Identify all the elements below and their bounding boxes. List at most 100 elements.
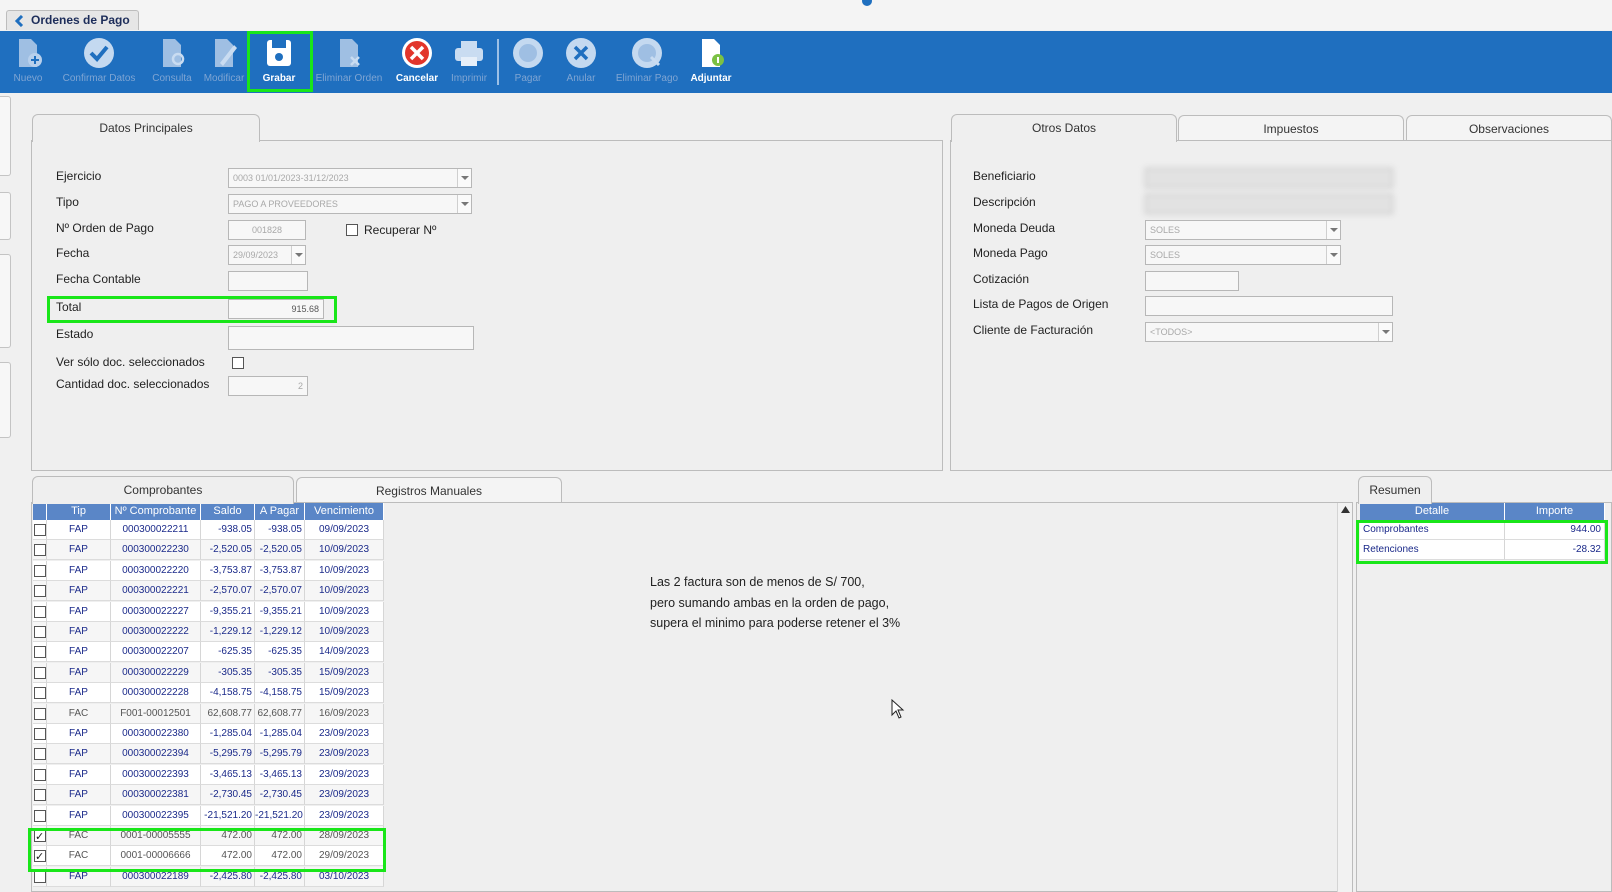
cotizacion-field[interactable] [1145,271,1239,291]
eliminar-orden-button[interactable]: Eliminar Orden [310,31,388,93]
table-row[interactable]: FAP 000300022381 -2,730.45 -2,730.45 23/09/2… [33,785,384,806]
cell-num: 000300022380 [111,724,201,744]
row-select-checkbox[interactable] [34,646,46,659]
beneficiario-select[interactable] [1145,168,1393,188]
table-row[interactable]: FAP 000300022220 -3,753.87 -3,753.87 10/09/2… [33,560,384,581]
table-row[interactable]: FAC F001-00012501 62,608.77 62,608.77 16/09/… [33,703,384,724]
cell-tip: FAP [47,805,111,826]
side-tab-2[interactable] [0,192,11,240]
recuperar-label: Recuperar Nº [364,223,437,237]
row-select-checkbox[interactable] [34,687,46,700]
tab-impuestos[interactable]: Impuestos [1178,115,1404,142]
adjuntar-button[interactable]: Adjuntar [686,31,736,93]
side-tab-3[interactable] [0,254,11,348]
table-row[interactable]: FAP 000300022207 -625.35 -625.35 14/09/2023 [33,642,384,663]
anular-button[interactable]: Anular [560,31,602,93]
cell-tip: FAP [47,724,111,744]
fecha-picker[interactable]: 29/09/2023 [228,245,306,265]
cell-tip: FAP [47,642,111,663]
table-row[interactable]: FAP 000300022393 -3,465.13 -3,465.13 23/09/2… [33,764,384,785]
row-select-checkbox[interactable] [34,827,46,845]
row-select-checkbox[interactable] [34,870,46,883]
table-row[interactable]: FAP 000300022395 -21,521.20 -21,521.20 23/09… [33,805,384,826]
row-select-checkbox[interactable] [34,789,46,802]
cliente-facturacion-select[interactable]: <TODOS> [1145,322,1393,342]
tab-otros-datos[interactable]: Otros Datos [951,114,1177,142]
modificar-button[interactable]: Modificar [202,31,246,93]
table-row[interactable]: FAP 000300022229 -305.35 -305.35 15/09/2023 [33,662,384,683]
cell-saldo: 62,608.77 [201,703,255,724]
scroll-up-icon[interactable] [1341,506,1350,513]
table-row[interactable]: FAP 000300022222 -1,229.12 -1,229.12 10/09/2… [33,622,384,642]
cell-tip: FAP [47,785,111,806]
confirmar-datos-button[interactable]: Confirmar Datos [56,31,142,93]
ejercicio-select[interactable]: 0003 01/01/2023-31/12/2023 [228,168,472,188]
tab-observaciones[interactable]: Observaciones [1406,115,1612,142]
tab-comprobantes[interactable]: Comprobantes [32,476,294,504]
datos-principales-panel: Ejercicio 0003 01/01/2023-31/12/2023 Tip… [31,140,943,471]
tab-datos-principales[interactable]: Datos Principales [32,114,260,142]
side-tab-4[interactable] [0,362,11,438]
table-row[interactable]: FAP 000300022394 -5,295.79 -5,295.79 23/09/2… [33,744,384,765]
resumen-row-retenciones-detalle: Retenciones [1360,540,1505,560]
side-tab-1[interactable] [0,96,11,176]
row-select-checkbox[interactable] [34,605,46,618]
grabar-button[interactable]: Grabar [254,31,304,93]
cantidad-field[interactable]: 2 [228,376,308,396]
recuperar-checkbox[interactable] [346,224,358,236]
tab-registros-manuales[interactable]: Registros Manuales [296,477,562,504]
table-row[interactable]: FAC0001-00006666472.00472.0029/09/2023 [33,846,384,867]
row-select-checkbox[interactable] [34,666,46,679]
moneda-pago-select[interactable]: SOLES [1145,245,1341,265]
row-select-checkbox[interactable] [34,564,46,577]
nro-orden-field[interactable]: 001828 [228,220,306,240]
row-select-checkbox[interactable] [34,626,46,638]
row-select-cell [33,805,47,826]
pagar-button[interactable]: Pagar [508,31,548,93]
tipo-select[interactable]: PAGO A PROVEEDORES [228,194,472,214]
table-row[interactable]: FAC0001-00005555472.00472.0028/09/2023 [33,826,384,846]
tab-resumen[interactable]: Resumen [1358,476,1432,504]
moneda-pago-label: Moneda Pago [973,246,1048,260]
imprimir-button[interactable]: Imprimir [446,31,492,93]
row-select-checkbox[interactable] [34,544,46,557]
pay-icon [513,38,543,68]
table-row[interactable]: FAP 000300022227 -9,355.21 -9,355.21 10/09/2… [33,601,384,622]
row-select-checkbox[interactable] [34,585,46,598]
row-select-checkbox[interactable] [34,524,46,536]
consulta-button[interactable]: Consulta [150,31,194,93]
column-header-vencimiento[interactable]: Vencimiento [305,503,384,520]
table-row[interactable]: FAP 000300022211 -938.05 -938.05 09/09/2023 [33,520,384,540]
table-row[interactable]: FAP 000300022230 -2,520.05 -2,520.05 10/09/2… [33,540,384,561]
row-select-checkbox[interactable] [34,707,46,720]
row-select-checkbox[interactable] [34,728,46,740]
fecha-contable-field[interactable] [228,271,308,291]
lista-pagos-field[interactable] [1145,296,1393,316]
cell-num: 000300022381 [111,785,201,806]
eliminar-pago-button[interactable]: Eliminar Pago [610,31,684,93]
table-row[interactable]: FAP 000300022228 -4,158.75 -4,158.75 15/09/2… [33,683,384,704]
mouse-cursor-icon [891,699,905,719]
row-select-checkbox[interactable] [34,748,46,761]
estado-field[interactable] [228,326,474,350]
nuevo-button[interactable]: Nuevo [8,31,48,93]
table-row[interactable]: FAP 000300022189 -2,425.80 -2,425.80 03/10/2… [33,866,384,887]
column-header-tip[interactable]: Tip [47,503,111,520]
window-tab[interactable]: Ordenes de Pago [6,10,139,30]
table-row[interactable]: FAP 000300022380 -1,285.04 -1,285.04 23/09/2… [33,724,384,744]
descripcion-field[interactable] [1145,194,1393,214]
moneda-deuda-select[interactable]: SOLES [1145,220,1341,240]
column-header-nro[interactable]: Nº Comprobante [111,503,201,520]
comprobantes-scrollbar[interactable] [1337,503,1352,892]
row-select-checkbox[interactable] [34,768,46,781]
row-select-checkbox[interactable] [34,847,46,865]
column-header-a-pagar[interactable]: A Pagar [255,503,305,520]
total-field[interactable]: 915.68 [228,299,324,319]
back-arrow-icon [14,15,24,27]
cell-apagar: -305.35 [255,662,305,683]
row-select-checkbox[interactable] [34,809,46,822]
column-header-saldo[interactable]: Saldo [201,503,255,520]
ver-solo-checkbox[interactable] [232,357,244,369]
cancelar-button[interactable]: Cancelar [392,31,442,93]
table-row[interactable]: FAP 000300022221 -2,570.07 -2,570.07 10/09/2… [33,581,384,602]
